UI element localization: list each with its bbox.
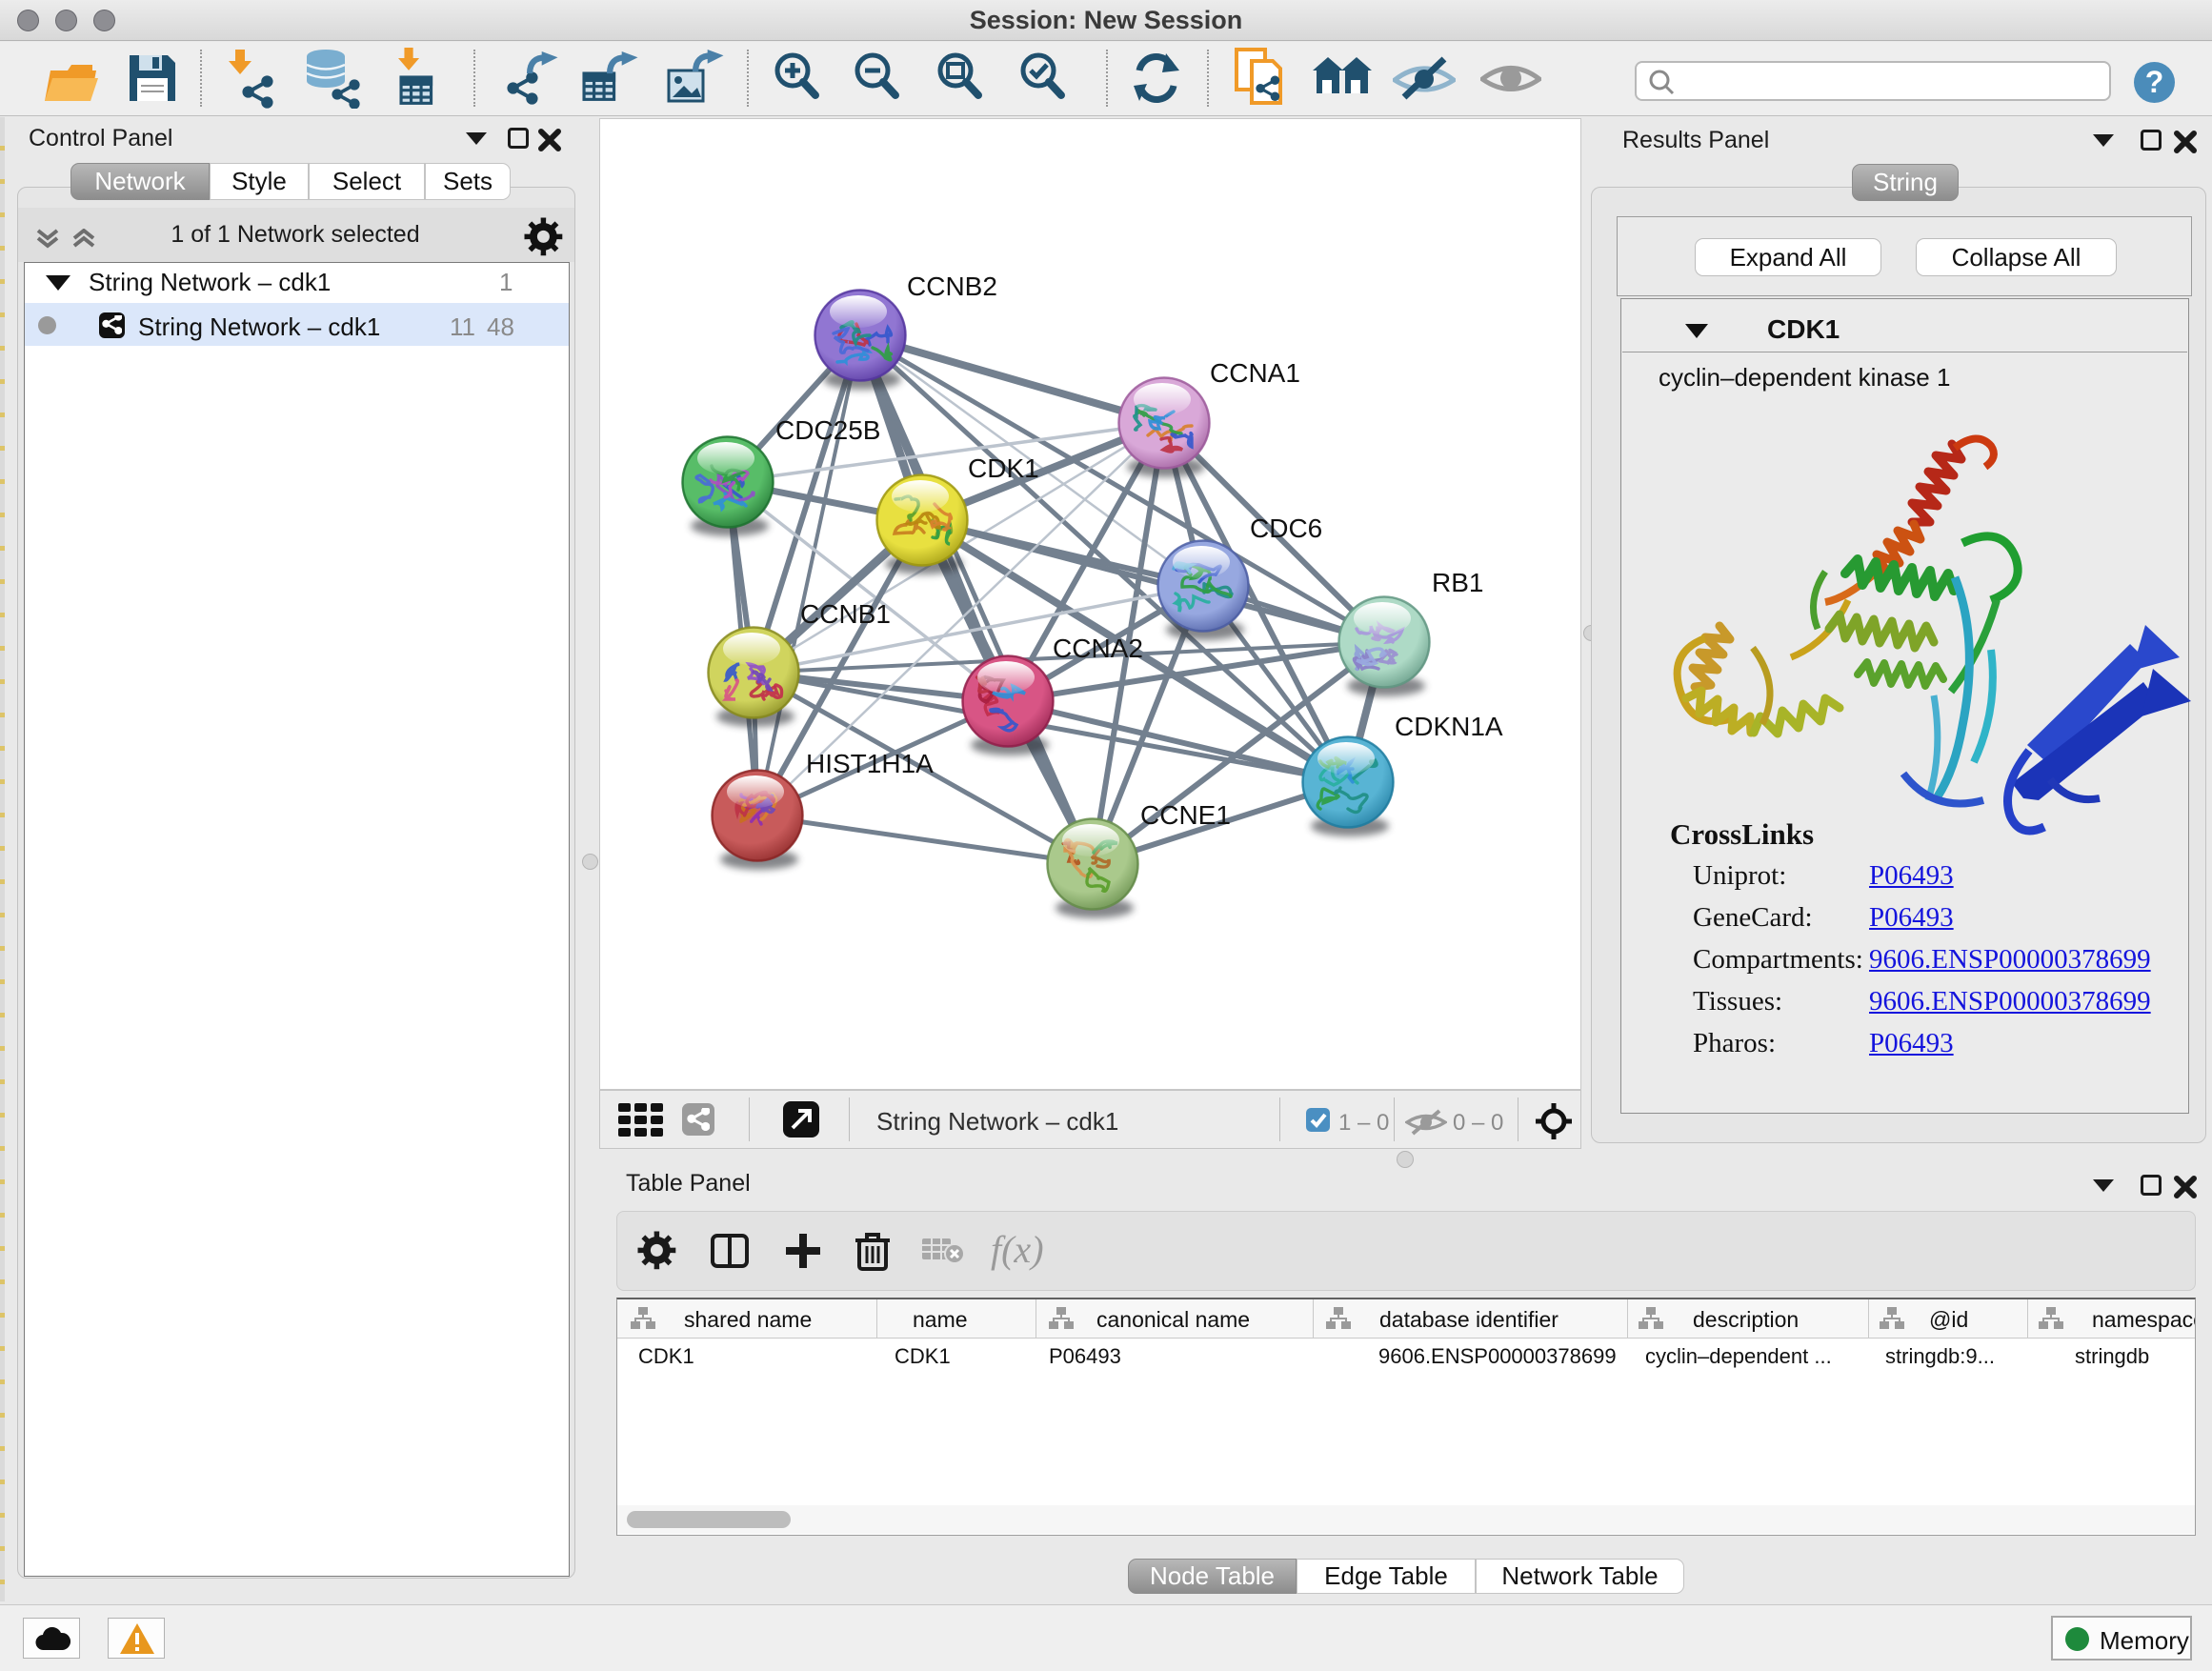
svg-text:CCNB1: CCNB1 [800,599,891,629]
svg-text:CDC25B: CDC25B [775,415,880,445]
svg-text:RB1: RB1 [1432,568,1483,597]
svg-text:CDKN1A: CDKN1A [1395,712,1503,741]
svg-text:HIST1H1A: HIST1H1A [806,749,934,778]
svg-text:CDK1: CDK1 [968,453,1039,483]
svg-text:CCNA2: CCNA2 [1053,634,1143,663]
svg-text:CCNA1: CCNA1 [1210,358,1300,388]
svg-text:CCNE1: CCNE1 [1140,800,1231,830]
svg-text:CDC6: CDC6 [1250,513,1322,543]
svg-text:CCNB2: CCNB2 [907,272,997,301]
